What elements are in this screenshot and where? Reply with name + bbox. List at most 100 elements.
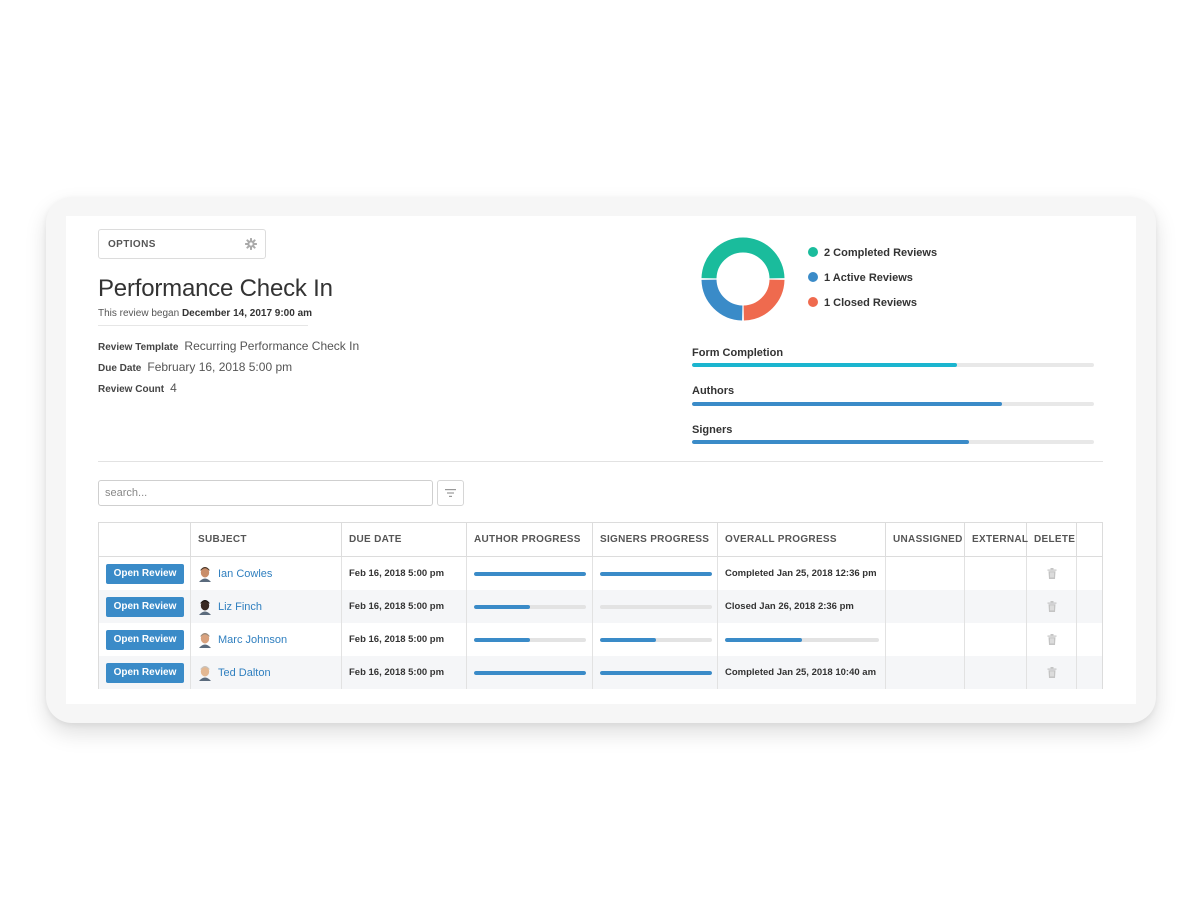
- overall-progress-text: Completed Jan 25, 2018 10:40 am: [725, 667, 877, 678]
- authors-bar: [692, 402, 1094, 406]
- avatar: [199, 566, 211, 582]
- completed-dot: [808, 247, 818, 257]
- review-count-row: Review Count 4: [98, 381, 177, 395]
- due-date-text: Feb 16, 2018 5:00 pm: [349, 601, 445, 612]
- author-progress-bar: [474, 571, 586, 576]
- action-cell: Open Review: [99, 557, 191, 590]
- overall-progress-text: Completed Jan 25, 2018 12:36 pm: [725, 568, 877, 579]
- options-dropdown[interactable]: OPTIONS: [98, 229, 266, 259]
- action-cell: Open Review: [99, 656, 191, 689]
- subject-link[interactable]: Ted Dalton: [218, 667, 271, 679]
- search-input[interactable]: [98, 480, 433, 506]
- reviews-table: SUBJECT DUE DATE AUTHOR PROGRESS SIGNERS…: [98, 522, 1103, 689]
- divider: [98, 325, 308, 326]
- delete-cell: [1027, 590, 1077, 623]
- due-date-label: Due Date: [98, 363, 142, 374]
- overall-progress-cell: Completed Jan 25, 2018 10:40 am: [718, 656, 886, 689]
- col-subject[interactable]: SUBJECT: [191, 523, 342, 556]
- author-progress-bar-fill: [474, 571, 586, 576]
- delete-cell: [1027, 557, 1077, 590]
- author-progress-cell: [467, 623, 593, 656]
- open-review-button[interactable]: Open Review: [106, 596, 184, 617]
- table-row: Open Review Ted Dalton Feb 16, 2018 5:00…: [99, 656, 1102, 689]
- external-cell: [965, 656, 1027, 689]
- external-cell: [965, 557, 1027, 590]
- donut-completed-slice: [701, 237, 785, 279]
- action-cell: Open Review: [99, 623, 191, 656]
- authors-label: Authors: [692, 385, 735, 397]
- avatar: [199, 665, 211, 681]
- author-progress-bar: [474, 637, 586, 642]
- gear-icon: [245, 238, 257, 250]
- trash-icon[interactable]: [1047, 667, 1057, 678]
- legend-completed: 2 Completed Reviews: [808, 247, 937, 259]
- filter-button[interactable]: [437, 480, 464, 506]
- author-progress-bar: [474, 604, 586, 609]
- author-progress-cell: [467, 656, 593, 689]
- filter-icon: [445, 489, 456, 497]
- legend-active: 1 Active Reviews: [808, 272, 913, 284]
- subject-cell: Marc Johnson: [191, 623, 342, 656]
- form-completion-fill: [692, 363, 958, 367]
- col-signers-progress[interactable]: SIGNERS PROGRESS: [593, 523, 718, 556]
- review-dashboard: OPTIONS Performance Check In This review…: [66, 216, 1136, 704]
- subject-link[interactable]: Marc Johnson: [218, 634, 287, 646]
- overall-progress-cell: [718, 623, 886, 656]
- page-title: Performance Check In: [98, 275, 333, 302]
- trash-icon[interactable]: [1047, 601, 1057, 612]
- extra-cell: [1077, 656, 1102, 689]
- authors-fill: [692, 402, 1002, 406]
- trash-icon[interactable]: [1047, 568, 1057, 579]
- author-progress-cell: [467, 557, 593, 590]
- review-began-text: This review began December 14, 2017 9:00…: [98, 308, 312, 319]
- signers-progress-bar-fill: [600, 670, 712, 675]
- overall-progress-cell: Closed Jan 26, 2018 2:36 pm: [718, 590, 886, 623]
- due-date-text: Feb 16, 2018 5:00 pm: [349, 667, 445, 678]
- col-unassigned[interactable]: UNASSIGNED: [886, 523, 965, 556]
- col-author-progress[interactable]: AUTHOR PROGRESS: [467, 523, 593, 556]
- legend-active-label: 1 Active Reviews: [824, 272, 913, 284]
- col-overall-progress[interactable]: OVERALL PROGRESS: [718, 523, 886, 556]
- subject-cell: Ian Cowles: [191, 557, 342, 590]
- col-action: [99, 523, 191, 556]
- due-date-cell: Feb 16, 2018 5:00 pm: [342, 590, 467, 623]
- table-row: Open Review Marc Johnson Feb 16, 2018 5:…: [99, 623, 1102, 656]
- unassigned-cell: [886, 623, 965, 656]
- subject-link[interactable]: Ian Cowles: [218, 568, 272, 580]
- open-review-button[interactable]: Open Review: [106, 629, 184, 650]
- extra-cell: [1077, 590, 1102, 623]
- review-status-donut: [701, 237, 785, 321]
- author-progress-cell: [467, 590, 593, 623]
- legend-completed-label: 2 Completed Reviews: [824, 247, 938, 259]
- open-review-button[interactable]: Open Review: [106, 662, 184, 683]
- form-completion-bar: [692, 363, 1094, 367]
- unassigned-cell: [886, 656, 965, 689]
- legend-closed-label: 1 Closed Reviews: [824, 297, 917, 309]
- open-review-button[interactable]: Open Review: [106, 563, 184, 584]
- signers-progress-bar: [600, 637, 712, 642]
- due-date-row: Due Date February 16, 2018 5:00 pm: [98, 360, 292, 374]
- author-progress-bar-fill: [474, 670, 586, 675]
- signers-progress-bar-fill: [600, 637, 656, 642]
- overall-progress-cell: Completed Jan 25, 2018 12:36 pm: [718, 557, 886, 590]
- avatar: [199, 599, 211, 615]
- donut-active-slice: [701, 279, 743, 321]
- extra-cell: [1077, 557, 1102, 590]
- began-prefix: This review began: [98, 308, 180, 319]
- donut-closed-slice: [743, 279, 785, 321]
- table-header: SUBJECT DUE DATE AUTHOR PROGRESS SIGNERS…: [99, 523, 1102, 557]
- extra-cell: [1077, 623, 1102, 656]
- signers-progress-cell: [593, 557, 718, 590]
- table-row: Open Review Ian Cowles Feb 16, 2018 5:00…: [99, 557, 1102, 590]
- signers-label: Signers: [692, 424, 733, 436]
- col-extra: [1077, 523, 1102, 556]
- col-due-date[interactable]: DUE DATE: [342, 523, 467, 556]
- signers-progress-bar: [600, 604, 712, 609]
- action-cell: Open Review: [99, 590, 191, 623]
- overall-progress-text: Closed Jan 26, 2018 2:36 pm: [725, 601, 854, 612]
- subject-link[interactable]: Liz Finch: [218, 601, 262, 613]
- signers-progress-cell: [593, 623, 718, 656]
- legend-closed: 1 Closed Reviews: [808, 297, 917, 309]
- trash-icon[interactable]: [1047, 634, 1057, 645]
- col-external[interactable]: EXTERNAL: [965, 523, 1028, 556]
